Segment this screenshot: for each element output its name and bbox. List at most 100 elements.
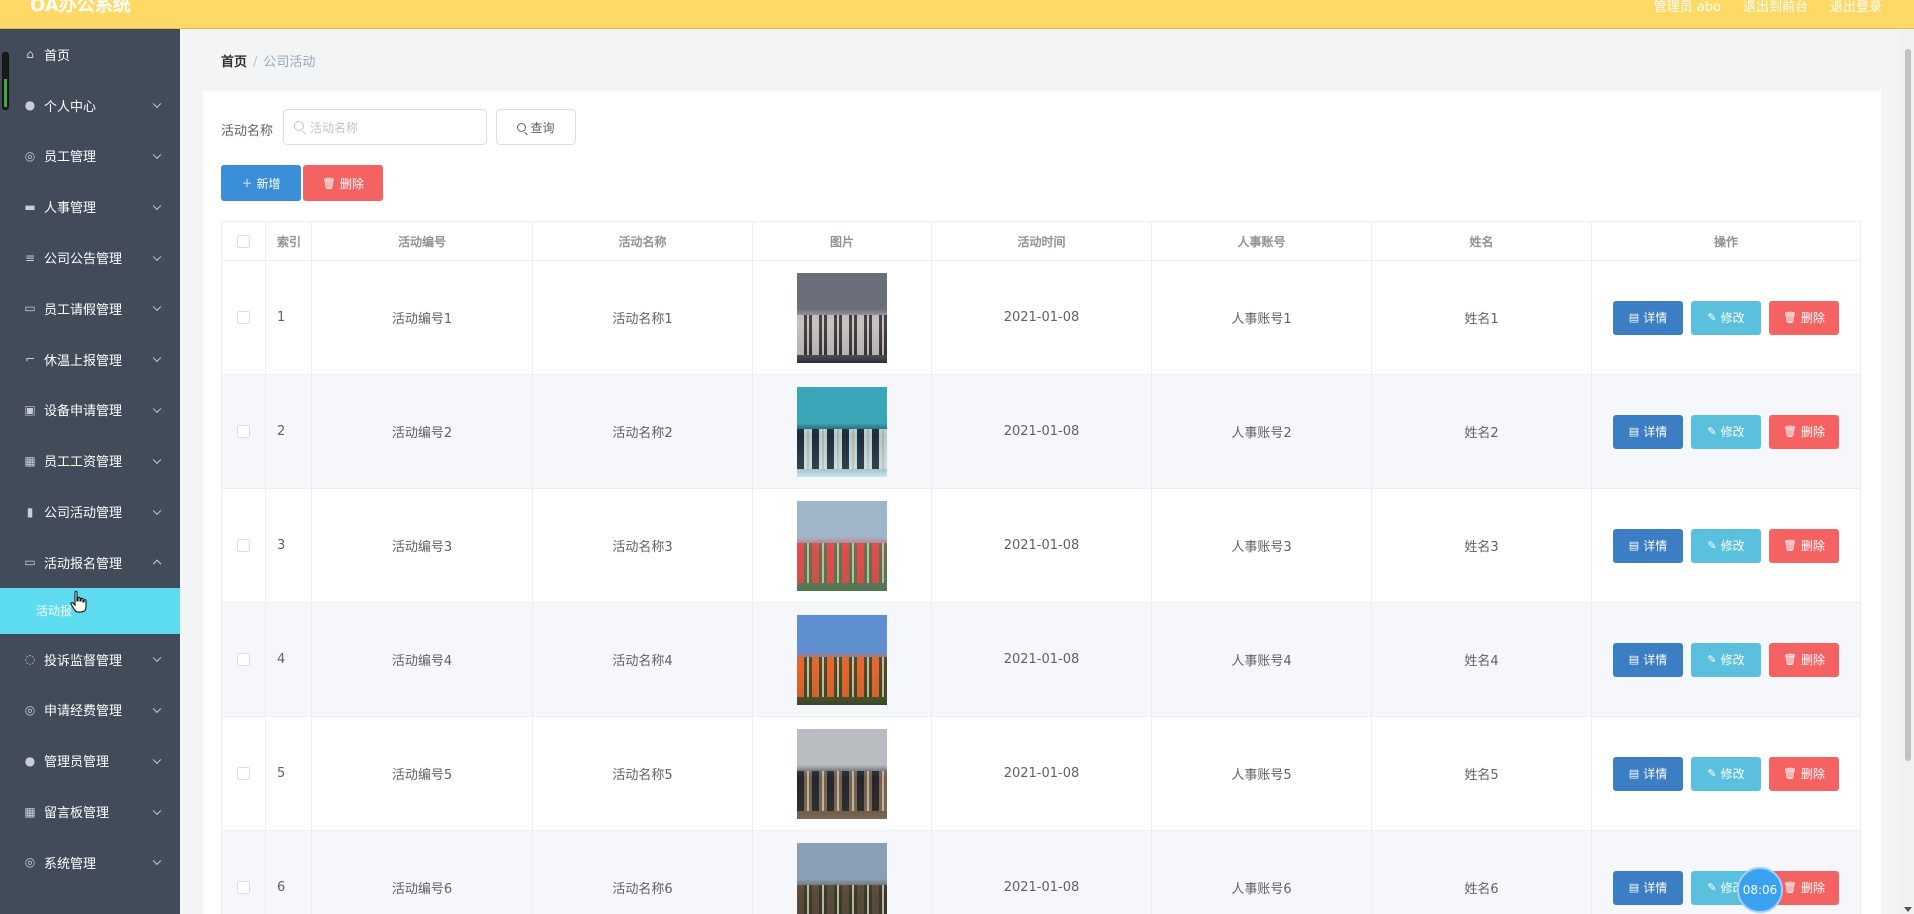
row-index: 1 bbox=[266, 261, 312, 374]
delete-button[interactable]: 🗑 删除 bbox=[1769, 414, 1839, 449]
detail-button-label: 详情 bbox=[1643, 539, 1668, 553]
sidebar-item[interactable]: ▦ 留言板管理 bbox=[0, 786, 180, 837]
activity-photo[interactable] bbox=[797, 728, 887, 819]
row-hr-account: 人事账号3 bbox=[1152, 489, 1372, 602]
sidebar-item[interactable]: ≡ 公司公告管理 bbox=[0, 232, 180, 283]
select-all-checkbox[interactable] bbox=[237, 234, 250, 248]
sidebar-item[interactable]: ▮ 公司活动管理 bbox=[0, 486, 180, 537]
delete-button[interactable]: 🗑 删除 bbox=[1769, 642, 1839, 677]
row-operations: ▤ 详情 ✎ 修改 🗑 删除 bbox=[1592, 831, 1861, 914]
add-button[interactable]: ＋ 新增 bbox=[221, 165, 301, 201]
table-row: 2 活动编号2 活动名称2 2021-01-08 人事账号2 姓名2 ▤ 详情 ✎ 修改 🗑 删除 bbox=[221, 375, 1861, 489]
detail-button[interactable]: ▤ 详情 bbox=[1613, 300, 1683, 335]
sidebar-item[interactable]: ⌐ 休温上报管理 bbox=[0, 334, 180, 385]
grid-icon: ▦ bbox=[24, 453, 36, 468]
frontend-link[interactable]: 退出到前台 bbox=[1743, 0, 1808, 15]
floating-clock-badge[interactable]: 08:06 bbox=[1737, 867, 1783, 913]
detail-button[interactable]: ▤ 详情 bbox=[1613, 414, 1683, 449]
row-checkbox[interactable] bbox=[237, 881, 250, 894]
printer-icon: ▬ bbox=[24, 199, 36, 214]
activity-name-search-input[interactable]: 活动名称 bbox=[283, 109, 487, 145]
activity-photo[interactable] bbox=[797, 842, 887, 914]
sidebar-item[interactable]: ▦ 员工工资管理 bbox=[0, 435, 180, 486]
add-button-label: 新增 bbox=[256, 176, 281, 191]
header-image: 图片 bbox=[753, 222, 932, 260]
edit-button-label: 修改 bbox=[1720, 653, 1745, 667]
sidebar-item[interactable]: ● 管理员管理 bbox=[0, 735, 180, 786]
sidebar-item[interactable]: ◎ 系统管理 bbox=[0, 837, 180, 888]
admin-user-link[interactable]: 管理员 abo bbox=[1654, 0, 1721, 15]
row-checkbox[interactable] bbox=[237, 653, 250, 666]
edit-icon: ✎ bbox=[1707, 539, 1717, 552]
sidebar-item-label: 活动报名管理 bbox=[44, 556, 123, 572]
detail-button-label: 详情 bbox=[1643, 425, 1668, 439]
row-operations: ▤ 详情 ✎ 修改 🗑 删除 bbox=[1592, 717, 1861, 830]
table-row: 6 活动编号6 活动名称6 2021-01-08 人事账号6 姓名6 ▤ 详情 ✎ 修改 🗑 删除 bbox=[221, 831, 1861, 914]
sidebar-subitem-active[interactable]: 活动报 bbox=[0, 587, 180, 634]
sidebar-item-label: 申请经费管理 bbox=[44, 704, 123, 720]
row-checkbox[interactable] bbox=[237, 539, 250, 552]
row-hr-account: 人事账号6 bbox=[1152, 831, 1372, 914]
activity-photo[interactable] bbox=[797, 614, 887, 705]
search-placeholder: 活动名称 bbox=[310, 120, 359, 135]
sidebar-subitem-label: 活动报 bbox=[36, 604, 73, 619]
activity-photo[interactable] bbox=[797, 386, 887, 477]
table-row: 5 活动编号5 活动名称5 2021-01-08 人事账号5 姓名5 ▤ 详情 ✎ 修改 🗑 删除 bbox=[221, 717, 1861, 831]
chevron-down-icon bbox=[152, 201, 162, 210]
detail-button-label: 详情 bbox=[1643, 653, 1668, 667]
logout-link[interactable]: 退出登录 bbox=[1830, 0, 1882, 15]
trash-icon: 🗑 bbox=[1783, 653, 1797, 666]
home-icon: ⌂ bbox=[26, 47, 34, 62]
chevron-down-icon bbox=[152, 99, 162, 109]
sidebar-item[interactable]: ● 个人中心 bbox=[0, 80, 180, 131]
scrollbar-thumb[interactable] bbox=[1905, 49, 1911, 761]
sidebar-item-label: 个人中心 bbox=[44, 99, 97, 115]
edit-button[interactable]: ✎ 修改 bbox=[1691, 414, 1761, 449]
scroll-down-arrow-icon[interactable] bbox=[1904, 907, 1912, 912]
query-button[interactable]: 查询 bbox=[496, 109, 576, 145]
detail-button[interactable]: ▤ 详情 bbox=[1613, 870, 1683, 905]
row-select-cell bbox=[221, 717, 266, 830]
batch-delete-button[interactable]: 🗑 删除 bbox=[303, 165, 383, 201]
user-icon: ● bbox=[24, 98, 36, 113]
activity-photo[interactable] bbox=[797, 500, 887, 591]
chat-icon: ▭ bbox=[24, 301, 36, 316]
row-checkbox[interactable] bbox=[237, 425, 250, 438]
sidebar-item[interactable]: ⌂ 首页 bbox=[0, 29, 180, 80]
row-activity-code: 活动编号2 bbox=[312, 375, 533, 488]
breadcrumb-home[interactable]: 首页 bbox=[221, 55, 247, 70]
activity-photo[interactable] bbox=[797, 272, 887, 363]
page-scrollbar[interactable] bbox=[1902, 29, 1914, 914]
row-checkbox[interactable] bbox=[237, 767, 250, 780]
edit-button[interactable]: ✎ 修改 bbox=[1691, 756, 1761, 791]
delete-button[interactable]: 🗑 删除 bbox=[1769, 528, 1839, 563]
sidebar-item[interactable]: ◌ 投诉监督管理 bbox=[0, 634, 180, 685]
photo-people-silhouettes bbox=[797, 884, 887, 914]
detail-button[interactable]: ▤ 详情 bbox=[1613, 528, 1683, 563]
sidebar-scroll-indicator bbox=[2, 52, 9, 110]
delete-button[interactable]: 🗑 删除 bbox=[1769, 756, 1839, 791]
row-hr-account: 人事账号4 bbox=[1152, 603, 1372, 716]
sidebar-item-label: 休温上报管理 bbox=[44, 353, 123, 369]
row-checkbox[interactable] bbox=[237, 311, 250, 324]
search-icon bbox=[294, 121, 304, 131]
sidebar-item[interactable]: ▬ 人事管理 bbox=[0, 181, 180, 232]
sidebar-item[interactable]: ◎ 申请经费管理 bbox=[0, 685, 180, 736]
row-operations: ▤ 详情 ✎ 修改 🗑 删除 bbox=[1592, 375, 1861, 488]
sidebar-item-label: 公司活动管理 bbox=[44, 506, 123, 522]
edit-button[interactable]: ✎ 修改 bbox=[1691, 300, 1761, 335]
header-person-name: 姓名 bbox=[1372, 222, 1592, 260]
sidebar-item[interactable]: ◎ 员工管理 bbox=[0, 131, 180, 182]
header-index: 索引 bbox=[266, 222, 312, 260]
detail-button[interactable]: ▤ 详情 bbox=[1613, 642, 1683, 677]
edit-button[interactable]: ✎ 修改 bbox=[1691, 528, 1761, 563]
sidebar-item[interactable]: ▭ 员工请假管理 bbox=[0, 283, 180, 334]
sidebar-item[interactable]: ▭ 活动报名管理 bbox=[0, 537, 180, 588]
detail-button[interactable]: ▤ 详情 bbox=[1613, 756, 1683, 791]
row-select-cell bbox=[221, 489, 266, 602]
delete-button[interactable]: 🗑 删除 bbox=[1769, 300, 1839, 335]
sidebar-item[interactable]: ▣ 设备申请管理 bbox=[0, 385, 180, 436]
edit-button[interactable]: ✎ 修改 bbox=[1691, 642, 1761, 677]
row-select-cell bbox=[221, 375, 266, 488]
table-row: 1 活动编号1 活动名称1 2021-01-08 人事账号1 姓名1 ▤ 详情 ✎ 修改 🗑 删除 bbox=[221, 261, 1861, 375]
